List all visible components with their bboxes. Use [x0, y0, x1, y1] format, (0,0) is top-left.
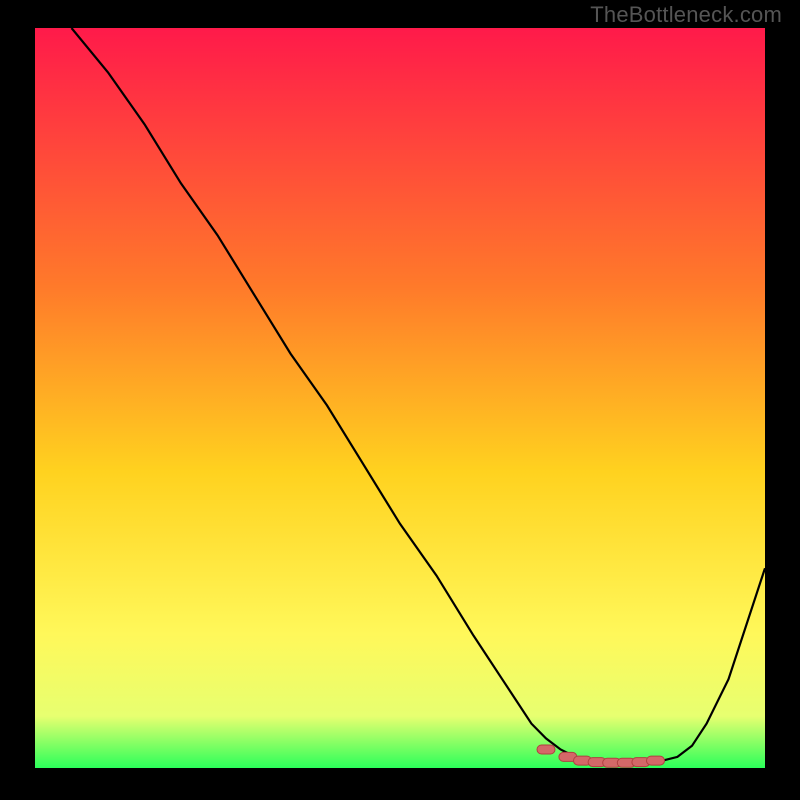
- chart-container: TheBottleneck.com: [0, 0, 800, 800]
- watermark-text: TheBottleneck.com: [590, 2, 782, 28]
- optimal-marker: [647, 756, 665, 765]
- chart-plot-area: [35, 28, 765, 768]
- gradient-background: [35, 28, 765, 768]
- chart-svg: [35, 28, 765, 768]
- optimal-marker: [537, 745, 555, 754]
